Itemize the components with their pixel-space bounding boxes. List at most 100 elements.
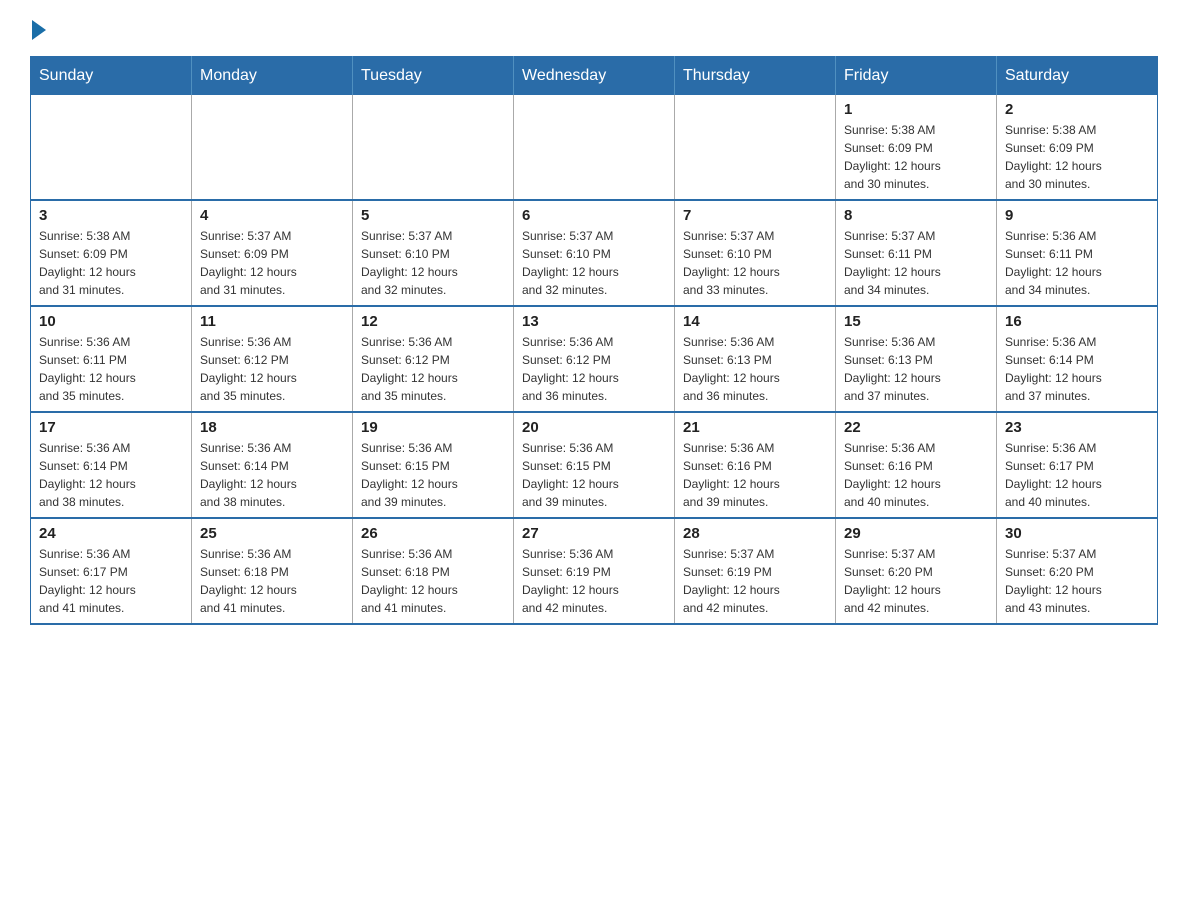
calendar-week-row: 3Sunrise: 5:38 AM Sunset: 6:09 PM Daylig… — [31, 200, 1158, 306]
calendar-cell: 26 Sunrise: 5:36 AM Sunset: 6:18 PM Dayli… — [353, 518, 514, 624]
calendar-cell — [353, 95, 514, 200]
day-number: 28 — [683, 525, 827, 542]
calendar-cell: 9 Sunrise: 5:36 AM Sunset: 6:11 PM Daylig… — [997, 200, 1158, 306]
day-info: Sunrise: 5:36 AM Sunset: 6:11 PM Dayligh… — [1005, 227, 1149, 299]
day-info: Sunrise: 5:36 AM Sunset: 6:12 PM Dayligh… — [361, 333, 505, 405]
calendar-week-row: 1 Sunrise: 5:38 AM Sunset: 6:09 PM Daylig… — [31, 95, 1158, 200]
calendar-cell: 16 Sunrise: 5:36 AM Sunset: 6:14 PM Dayli… — [997, 306, 1158, 412]
calendar-cell: 14 Sunrise: 5:36 AM Sunset: 6:13 PM Dayli… — [675, 306, 836, 412]
day-number: 20 — [522, 419, 666, 436]
day-info: Sunrise: 5:36 AM Sunset: 6:15 PM Dayligh… — [361, 439, 505, 511]
day-number: 15 — [844, 313, 988, 330]
day-number: 9 — [1005, 207, 1149, 224]
day-number: 22 — [844, 419, 988, 436]
calendar-cell: 24Sunrise: 5:36 AM Sunset: 6:17 PM Dayli… — [31, 518, 192, 624]
calendar-header: SundayMondayTuesdayWednesdayThursdayFrid… — [31, 57, 1158, 96]
weekday-header-thursday: Thursday — [675, 57, 836, 96]
calendar-cell: 1 Sunrise: 5:38 AM Sunset: 6:09 PM Daylig… — [836, 95, 997, 200]
day-info: Sunrise: 5:36 AM Sunset: 6:14 PM Dayligh… — [39, 439, 183, 511]
day-number: 16 — [1005, 313, 1149, 330]
day-info: Sunrise: 5:37 AM Sunset: 6:20 PM Dayligh… — [1005, 545, 1149, 617]
day-info: Sunrise: 5:37 AM Sunset: 6:11 PM Dayligh… — [844, 227, 988, 299]
day-number: 8 — [844, 207, 988, 224]
calendar-cell: 5 Sunrise: 5:37 AM Sunset: 6:10 PM Daylig… — [353, 200, 514, 306]
day-number: 30 — [1005, 525, 1149, 542]
day-info: Sunrise: 5:37 AM Sunset: 6:10 PM Dayligh… — [522, 227, 666, 299]
weekday-header-saturday: Saturday — [997, 57, 1158, 96]
day-info: Sunrise: 5:37 AM Sunset: 6:09 PM Dayligh… — [200, 227, 344, 299]
day-number: 7 — [683, 207, 827, 224]
day-info: Sunrise: 5:36 AM Sunset: 6:13 PM Dayligh… — [683, 333, 827, 405]
calendar-cell: 7 Sunrise: 5:37 AM Sunset: 6:10 PM Daylig… — [675, 200, 836, 306]
calendar-cell: 19 Sunrise: 5:36 AM Sunset: 6:15 PM Dayli… — [353, 412, 514, 518]
day-info: Sunrise: 5:36 AM Sunset: 6:14 PM Dayligh… — [200, 439, 344, 511]
day-info: Sunrise: 5:36 AM Sunset: 6:12 PM Dayligh… — [522, 333, 666, 405]
calendar-cell: 23 Sunrise: 5:36 AM Sunset: 6:17 PM Dayli… — [997, 412, 1158, 518]
calendar-cell: 15 Sunrise: 5:36 AM Sunset: 6:13 PM Dayli… — [836, 306, 997, 412]
day-number: 6 — [522, 207, 666, 224]
weekday-header-sunday: Sunday — [31, 57, 192, 96]
day-number: 19 — [361, 419, 505, 436]
calendar-table: SundayMondayTuesdayWednesdayThursdayFrid… — [30, 56, 1158, 625]
day-number: 3 — [39, 207, 183, 224]
calendar-cell: 4 Sunrise: 5:37 AM Sunset: 6:09 PM Daylig… — [192, 200, 353, 306]
calendar-cell — [514, 95, 675, 200]
day-number: 14 — [683, 313, 827, 330]
calendar-cell: 25Sunrise: 5:36 AM Sunset: 6:18 PM Dayli… — [192, 518, 353, 624]
calendar-cell: 27Sunrise: 5:36 AM Sunset: 6:19 PM Dayli… — [514, 518, 675, 624]
calendar-cell — [31, 95, 192, 200]
day-number: 11 — [200, 313, 344, 330]
day-info: Sunrise: 5:36 AM Sunset: 6:18 PM Dayligh… — [361, 545, 505, 617]
calendar-cell: 29 Sunrise: 5:37 AM Sunset: 6:20 PM Dayli… — [836, 518, 997, 624]
weekday-header-tuesday: Tuesday — [353, 57, 514, 96]
calendar-cell: 17Sunrise: 5:36 AM Sunset: 6:14 PM Dayli… — [31, 412, 192, 518]
day-info: Sunrise: 5:37 AM Sunset: 6:10 PM Dayligh… — [683, 227, 827, 299]
day-number: 4 — [200, 207, 344, 224]
day-number: 1 — [844, 101, 988, 118]
day-info: Sunrise: 5:36 AM Sunset: 6:11 PM Dayligh… — [39, 333, 183, 405]
day-info: Sunrise: 5:37 AM Sunset: 6:19 PM Dayligh… — [683, 545, 827, 617]
weekday-header-monday: Monday — [192, 57, 353, 96]
day-info: Sunrise: 5:37 AM Sunset: 6:10 PM Dayligh… — [361, 227, 505, 299]
weekday-header-friday: Friday — [836, 57, 997, 96]
calendar-cell: 22 Sunrise: 5:36 AM Sunset: 6:16 PM Dayli… — [836, 412, 997, 518]
day-info: Sunrise: 5:38 AM Sunset: 6:09 PM Dayligh… — [1005, 121, 1149, 193]
calendar-cell: 21 Sunrise: 5:36 AM Sunset: 6:16 PM Dayli… — [675, 412, 836, 518]
calendar-cell — [192, 95, 353, 200]
calendar-cell: 8 Sunrise: 5:37 AM Sunset: 6:11 PM Daylig… — [836, 200, 997, 306]
calendar-week-row: 24Sunrise: 5:36 AM Sunset: 6:17 PM Dayli… — [31, 518, 1158, 624]
weekday-header-row: SundayMondayTuesdayWednesdayThursdayFrid… — [31, 57, 1158, 96]
logo — [30, 20, 48, 36]
day-info: Sunrise: 5:36 AM Sunset: 6:16 PM Dayligh… — [844, 439, 988, 511]
calendar-cell: 2 Sunrise: 5:38 AM Sunset: 6:09 PM Daylig… — [997, 95, 1158, 200]
day-info: Sunrise: 5:36 AM Sunset: 6:14 PM Dayligh… — [1005, 333, 1149, 405]
day-number: 5 — [361, 207, 505, 224]
day-number: 21 — [683, 419, 827, 436]
day-number: 2 — [1005, 101, 1149, 118]
calendar-body: 1 Sunrise: 5:38 AM Sunset: 6:09 PM Daylig… — [31, 95, 1158, 624]
day-info: Sunrise: 5:36 AM Sunset: 6:16 PM Dayligh… — [683, 439, 827, 511]
calendar-cell: 12 Sunrise: 5:36 AM Sunset: 6:12 PM Dayli… — [353, 306, 514, 412]
day-info: Sunrise: 5:37 AM Sunset: 6:20 PM Dayligh… — [844, 545, 988, 617]
calendar-cell: 30 Sunrise: 5:37 AM Sunset: 6:20 PM Dayli… — [997, 518, 1158, 624]
day-info: Sunrise: 5:36 AM Sunset: 6:13 PM Dayligh… — [844, 333, 988, 405]
calendar-cell: 18 Sunrise: 5:36 AM Sunset: 6:14 PM Dayli… — [192, 412, 353, 518]
day-number: 12 — [361, 313, 505, 330]
day-info: Sunrise: 5:36 AM Sunset: 6:12 PM Dayligh… — [200, 333, 344, 405]
day-info: Sunrise: 5:38 AM Sunset: 6:09 PM Dayligh… — [844, 121, 988, 193]
day-number: 29 — [844, 525, 988, 542]
calendar-week-row: 10Sunrise: 5:36 AM Sunset: 6:11 PM Dayli… — [31, 306, 1158, 412]
logo-general — [30, 20, 48, 40]
calendar-week-row: 17Sunrise: 5:36 AM Sunset: 6:14 PM Dayli… — [31, 412, 1158, 518]
day-number: 23 — [1005, 419, 1149, 436]
page-header — [30, 20, 1158, 36]
day-info: Sunrise: 5:36 AM Sunset: 6:18 PM Dayligh… — [200, 545, 344, 617]
day-info: Sunrise: 5:36 AM Sunset: 6:17 PM Dayligh… — [1005, 439, 1149, 511]
day-number: 26 — [361, 525, 505, 542]
calendar-cell: 28 Sunrise: 5:37 AM Sunset: 6:19 PM Dayli… — [675, 518, 836, 624]
calendar-cell: 6 Sunrise: 5:37 AM Sunset: 6:10 PM Daylig… — [514, 200, 675, 306]
day-number: 18 — [200, 419, 344, 436]
calendar-cell: 3Sunrise: 5:38 AM Sunset: 6:09 PM Daylig… — [31, 200, 192, 306]
calendar-cell: 11 Sunrise: 5:36 AM Sunset: 6:12 PM Dayli… — [192, 306, 353, 412]
day-number: 13 — [522, 313, 666, 330]
